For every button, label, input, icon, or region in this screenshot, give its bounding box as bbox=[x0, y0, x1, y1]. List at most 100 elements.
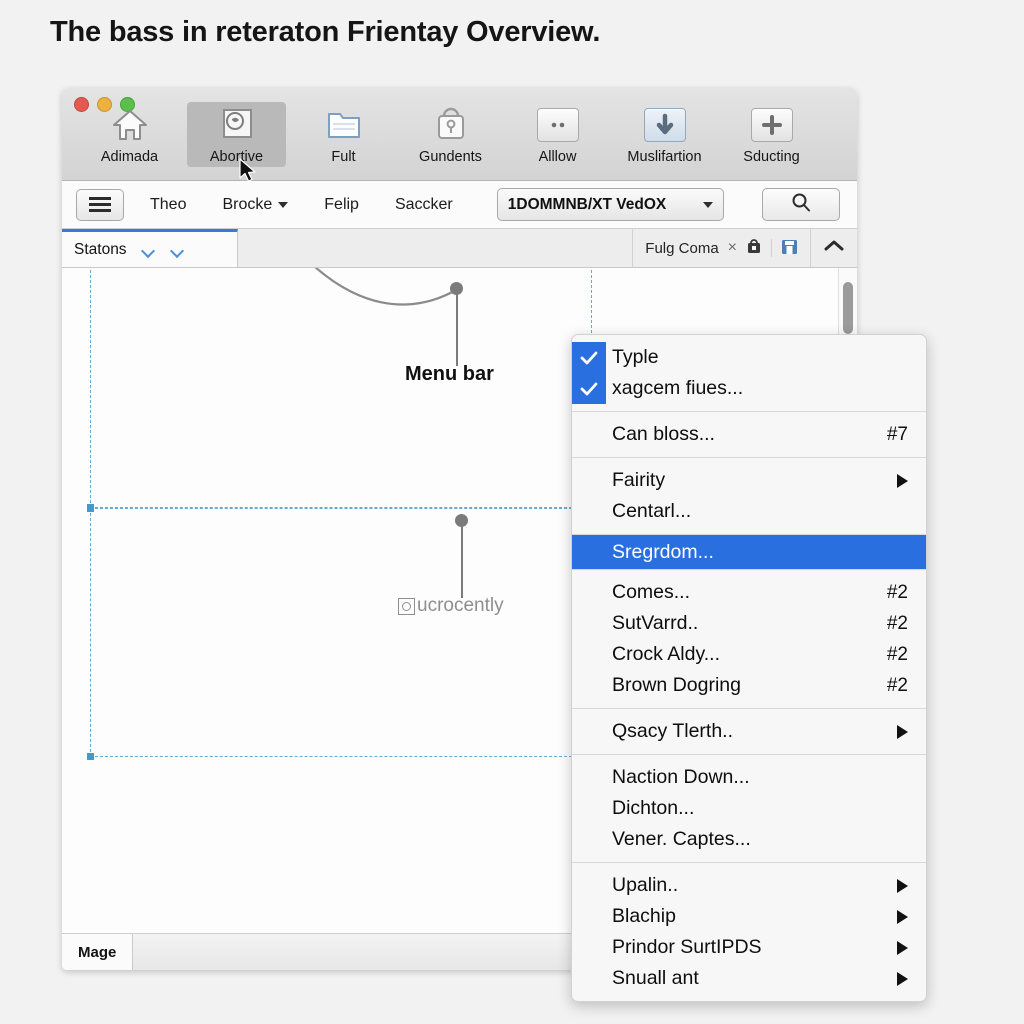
selection-region-bottom[interactable] bbox=[87, 505, 592, 760]
save-icon[interactable] bbox=[781, 238, 798, 259]
stamp-icon bbox=[215, 105, 259, 145]
selection-handle[interactable] bbox=[87, 505, 94, 512]
image-placeholder-icon bbox=[398, 597, 415, 615]
check-icon bbox=[572, 373, 606, 404]
menu-option-comes[interactable]: Comes... #2 bbox=[572, 577, 926, 608]
toolbar-item-adimada[interactable]: Adimada bbox=[80, 102, 179, 167]
tab-label: Statons bbox=[74, 240, 127, 258]
pin-stem bbox=[456, 293, 458, 366]
document-select[interactable]: 1DOMMNB/XT VedOX bbox=[496, 188, 724, 221]
check-icon bbox=[572, 342, 606, 373]
menu-option-crock-aldy[interactable]: Crock Aldy... #2 bbox=[572, 639, 926, 670]
toolbar-label: Adimada bbox=[100, 149, 159, 165]
menu-item-label: Theo bbox=[150, 195, 187, 213]
context-menu-group: Sregrdom... bbox=[572, 534, 926, 569]
chevron-up-icon bbox=[823, 239, 845, 258]
menu-option-vener-captes[interactable]: Vener. Captes... bbox=[572, 824, 926, 855]
menu-option-fairity[interactable]: Fairity bbox=[572, 465, 926, 496]
menu-option-sregrdom[interactable]: Sregrdom... bbox=[572, 535, 926, 569]
menu-item-felip[interactable]: Felip bbox=[314, 192, 369, 218]
menu-option-label: Blachip bbox=[612, 905, 676, 927]
divider bbox=[771, 239, 772, 257]
collapse-button[interactable] bbox=[810, 229, 857, 267]
toolbar-item-alllow[interactable]: Alllow bbox=[508, 102, 607, 167]
toolbar-label: Muslifartion bbox=[627, 149, 702, 165]
toolbar-label: Gundents bbox=[419, 149, 482, 165]
search-icon bbox=[791, 192, 811, 217]
menu-option-label: Typle bbox=[612, 346, 659, 368]
toolbar-item-fult[interactable]: Fult bbox=[294, 102, 393, 167]
annotation-label-menu-bar: Menu bar bbox=[405, 363, 494, 385]
menu-item-label: Felip bbox=[324, 195, 359, 213]
menu-option-blachip[interactable]: Blachip bbox=[572, 901, 926, 932]
menu-option-label: Centarl... bbox=[612, 500, 692, 522]
menu-option-typle[interactable]: Typle bbox=[572, 342, 926, 373]
bag-icon[interactable] bbox=[746, 238, 762, 259]
menu-option-dichton[interactable]: Dichton... bbox=[572, 793, 926, 824]
status-tab-mage[interactable]: Mage bbox=[62, 934, 134, 970]
menu-option-label: Crock Aldy... bbox=[612, 643, 721, 665]
close-icon[interactable]: × bbox=[728, 239, 737, 257]
toolbar-item-muslifartion[interactable]: Muslifartion bbox=[615, 102, 714, 167]
toolbar-item-abortive[interactable]: Abortive bbox=[187, 102, 286, 167]
menu-option-label: Prindor SurtIPDS bbox=[612, 936, 762, 958]
menu-option-prindor-surtipds[interactable]: Prindor SurtIPDS bbox=[572, 932, 926, 963]
context-menu-group: Upalin.. Blachip Prindor SurtIPDS Snuall… bbox=[572, 862, 926, 1001]
filter-chip[interactable]: Fulg Coma × bbox=[632, 229, 810, 267]
selection-region-top[interactable] bbox=[87, 268, 592, 511]
menu-option-qsacy-tlerth[interactable]: Qsacy Tlerth.. bbox=[572, 716, 926, 747]
menu-item-label: Brocke bbox=[222, 195, 273, 213]
menu-option-sutvarrd[interactable]: SutVarrd.. #2 bbox=[572, 608, 926, 639]
annotation-label-text: ucrocently bbox=[417, 595, 504, 616]
menu-option-xagcem-fiues[interactable]: xagcem fiues... bbox=[572, 373, 926, 404]
toolbar-label: Sducting bbox=[743, 149, 800, 165]
submenu-arrow-icon bbox=[897, 473, 908, 488]
context-menu-group: Naction Down... Dichton... Vener. Captes… bbox=[572, 754, 926, 862]
chevron-down-icon bbox=[278, 201, 289, 208]
menu-option-can-bloss[interactable]: Can bloss... #7 bbox=[572, 419, 926, 450]
submenu-arrow-icon bbox=[897, 940, 908, 955]
tab-statons[interactable]: Statons bbox=[62, 229, 238, 267]
search-button[interactable] bbox=[761, 188, 840, 221]
chevron-down-icon bbox=[172, 246, 185, 254]
menu-item-theo[interactable]: Theo bbox=[140, 192, 196, 218]
menu-option-label: Can bloss... bbox=[612, 423, 715, 445]
toolbar-label: Fult bbox=[331, 149, 356, 165]
context-menu-group: Qsacy Tlerth.. bbox=[572, 708, 926, 754]
menu-option-centarl[interactable]: Centarl... bbox=[572, 496, 926, 527]
menu-item-saccker[interactable]: Saccker bbox=[385, 192, 463, 218]
tab-strip-spacer bbox=[238, 229, 632, 267]
selection-handle[interactable] bbox=[87, 753, 94, 760]
menu-option-label: Snuall ant bbox=[612, 967, 699, 989]
menu-option-label: xagcem fiues... bbox=[612, 377, 744, 399]
menu-option-label: Fairity bbox=[612, 469, 666, 491]
filter-chip-label: Fulg Coma bbox=[645, 239, 719, 257]
menu-option-label: SutVarrd.. bbox=[612, 612, 699, 634]
screenshot-root: The bass in reteraton Frientay Overview.… bbox=[0, 0, 1024, 1024]
plus-icon bbox=[750, 105, 794, 145]
annotation-label-ucrocently: ucrocently bbox=[398, 595, 504, 617]
context-menu[interactable]: Typle xagcem fiues... Can bloss... #7 Fa… bbox=[571, 334, 927, 1002]
menu-option-snuall-ant[interactable]: Snuall ant bbox=[572, 963, 926, 994]
main-toolbar: Adimada Abortive Fult Gundents Alllow Mu… bbox=[62, 102, 857, 167]
tab-strip: Statons Fulg Coma × bbox=[62, 229, 857, 268]
mouse-cursor-icon bbox=[238, 158, 258, 189]
menu-option-naction-down[interactable]: Naction Down... bbox=[572, 762, 926, 793]
menu-option-label: Sregrdom... bbox=[612, 540, 714, 563]
menu-option-accelerator: #7 bbox=[886, 423, 908, 445]
chevron-down-icon bbox=[143, 246, 156, 254]
toolbar-item-gundents[interactable]: Gundents bbox=[401, 102, 500, 167]
list-icon[interactable] bbox=[76, 188, 124, 221]
menu-option-brown-dogring[interactable]: Brown Dogring #2 bbox=[572, 670, 926, 701]
menu-option-accelerator: #2 bbox=[886, 674, 908, 696]
home-icon bbox=[108, 105, 152, 145]
menu-option-upalin[interactable]: Upalin.. bbox=[572, 870, 926, 901]
scrollbar-thumb-upper[interactable] bbox=[843, 282, 853, 334]
menu-option-label: Qsacy Tlerth.. bbox=[612, 720, 734, 742]
toolbar-item-sducting[interactable]: Sducting bbox=[722, 102, 821, 167]
submenu-arrow-icon bbox=[897, 909, 908, 924]
context-menu-group: Fairity Centarl... bbox=[572, 457, 926, 534]
menu-item-brocke[interactable]: Brocke bbox=[212, 192, 298, 218]
context-menu-group: Typle xagcem fiues... bbox=[572, 335, 926, 411]
menu-option-label: Brown Dogring bbox=[612, 674, 741, 696]
